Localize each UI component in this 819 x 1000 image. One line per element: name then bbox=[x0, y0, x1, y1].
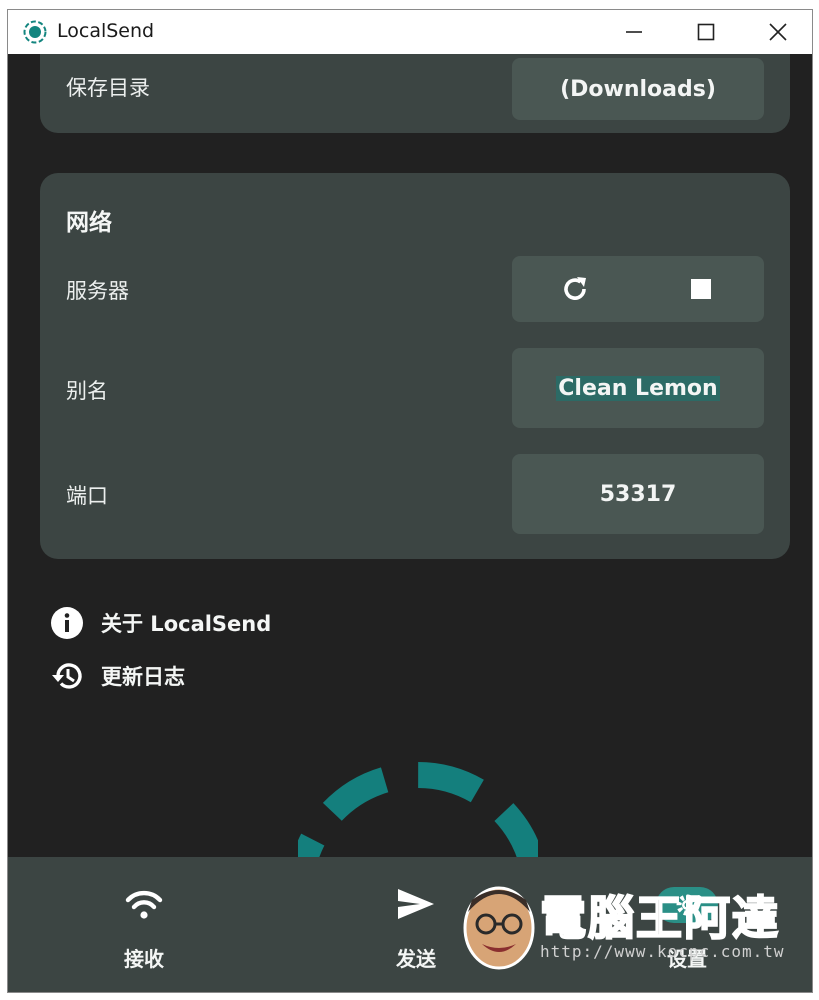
close-icon bbox=[769, 23, 787, 41]
logo-ring-decoration bbox=[298, 762, 538, 868]
settings-content[interactable]: 保存目录 (Downloads) 网络 服务器 别名 Clean Lemon 端… bbox=[8, 54, 812, 857]
changelog-label: 更新日志 bbox=[101, 665, 185, 689]
network-section-title: 网络 bbox=[66, 210, 112, 236]
minimize-icon bbox=[626, 31, 642, 33]
changelog-link[interactable]: 更新日志 bbox=[50, 659, 185, 693]
maximize-button[interactable] bbox=[670, 10, 742, 54]
nav-send[interactable]: 发送 bbox=[331, 857, 501, 992]
info-icon bbox=[51, 607, 83, 639]
nav-receive[interactable]: 接收 bbox=[59, 857, 229, 992]
port-value: 53317 bbox=[599, 481, 677, 507]
localsend-logo-icon bbox=[23, 20, 47, 44]
nav-settings-label: 设置 bbox=[667, 947, 707, 971]
restart-server-button[interactable] bbox=[525, 256, 625, 322]
server-controls bbox=[512, 256, 764, 322]
app-window: LocalSend 保存目录 (Downloads) 网络 服务器 别名 Cle… bbox=[7, 9, 813, 993]
save-directory-button[interactable]: (Downloads) bbox=[512, 58, 764, 120]
settings-active-indicator bbox=[656, 887, 718, 923]
alias-field[interactable]: Clean Lemon bbox=[512, 348, 764, 428]
minimize-button[interactable] bbox=[598, 10, 670, 54]
title-bar: LocalSend bbox=[8, 10, 812, 54]
storage-card: 保存目录 (Downloads) bbox=[40, 54, 790, 133]
about-link[interactable]: 关于 LocalSend bbox=[50, 606, 271, 640]
about-label: 关于 LocalSend bbox=[101, 612, 272, 636]
nav-receive-label: 接收 bbox=[124, 947, 164, 971]
stop-server-button[interactable] bbox=[651, 256, 751, 322]
nav-send-label: 发送 bbox=[396, 947, 436, 971]
alias-label: 别名 bbox=[66, 379, 108, 403]
port-field[interactable]: 53317 bbox=[512, 454, 764, 534]
stop-icon bbox=[691, 279, 711, 299]
refresh-icon bbox=[564, 277, 586, 300]
nav-settings[interactable]: 设置 bbox=[602, 857, 772, 992]
history-icon bbox=[52, 663, 82, 689]
port-label: 端口 bbox=[66, 484, 108, 508]
bottom-navigation: 接收 发送 设置 bbox=[8, 857, 812, 992]
maximize-icon bbox=[697, 23, 715, 41]
server-label: 服务器 bbox=[66, 279, 129, 303]
window-title: LocalSend bbox=[57, 20, 155, 42]
save-directory-label: 保存目录 bbox=[66, 76, 150, 100]
save-directory-value: (Downloads) bbox=[560, 76, 716, 102]
wifi-icon bbox=[125, 890, 163, 919]
close-button[interactable] bbox=[742, 10, 812, 54]
send-icon bbox=[398, 889, 434, 919]
network-card: 网络 服务器 别名 Clean Lemon 端口 53317 bbox=[40, 173, 790, 559]
gear-icon bbox=[676, 894, 698, 916]
alias-value: Clean Lemon bbox=[556, 375, 720, 401]
